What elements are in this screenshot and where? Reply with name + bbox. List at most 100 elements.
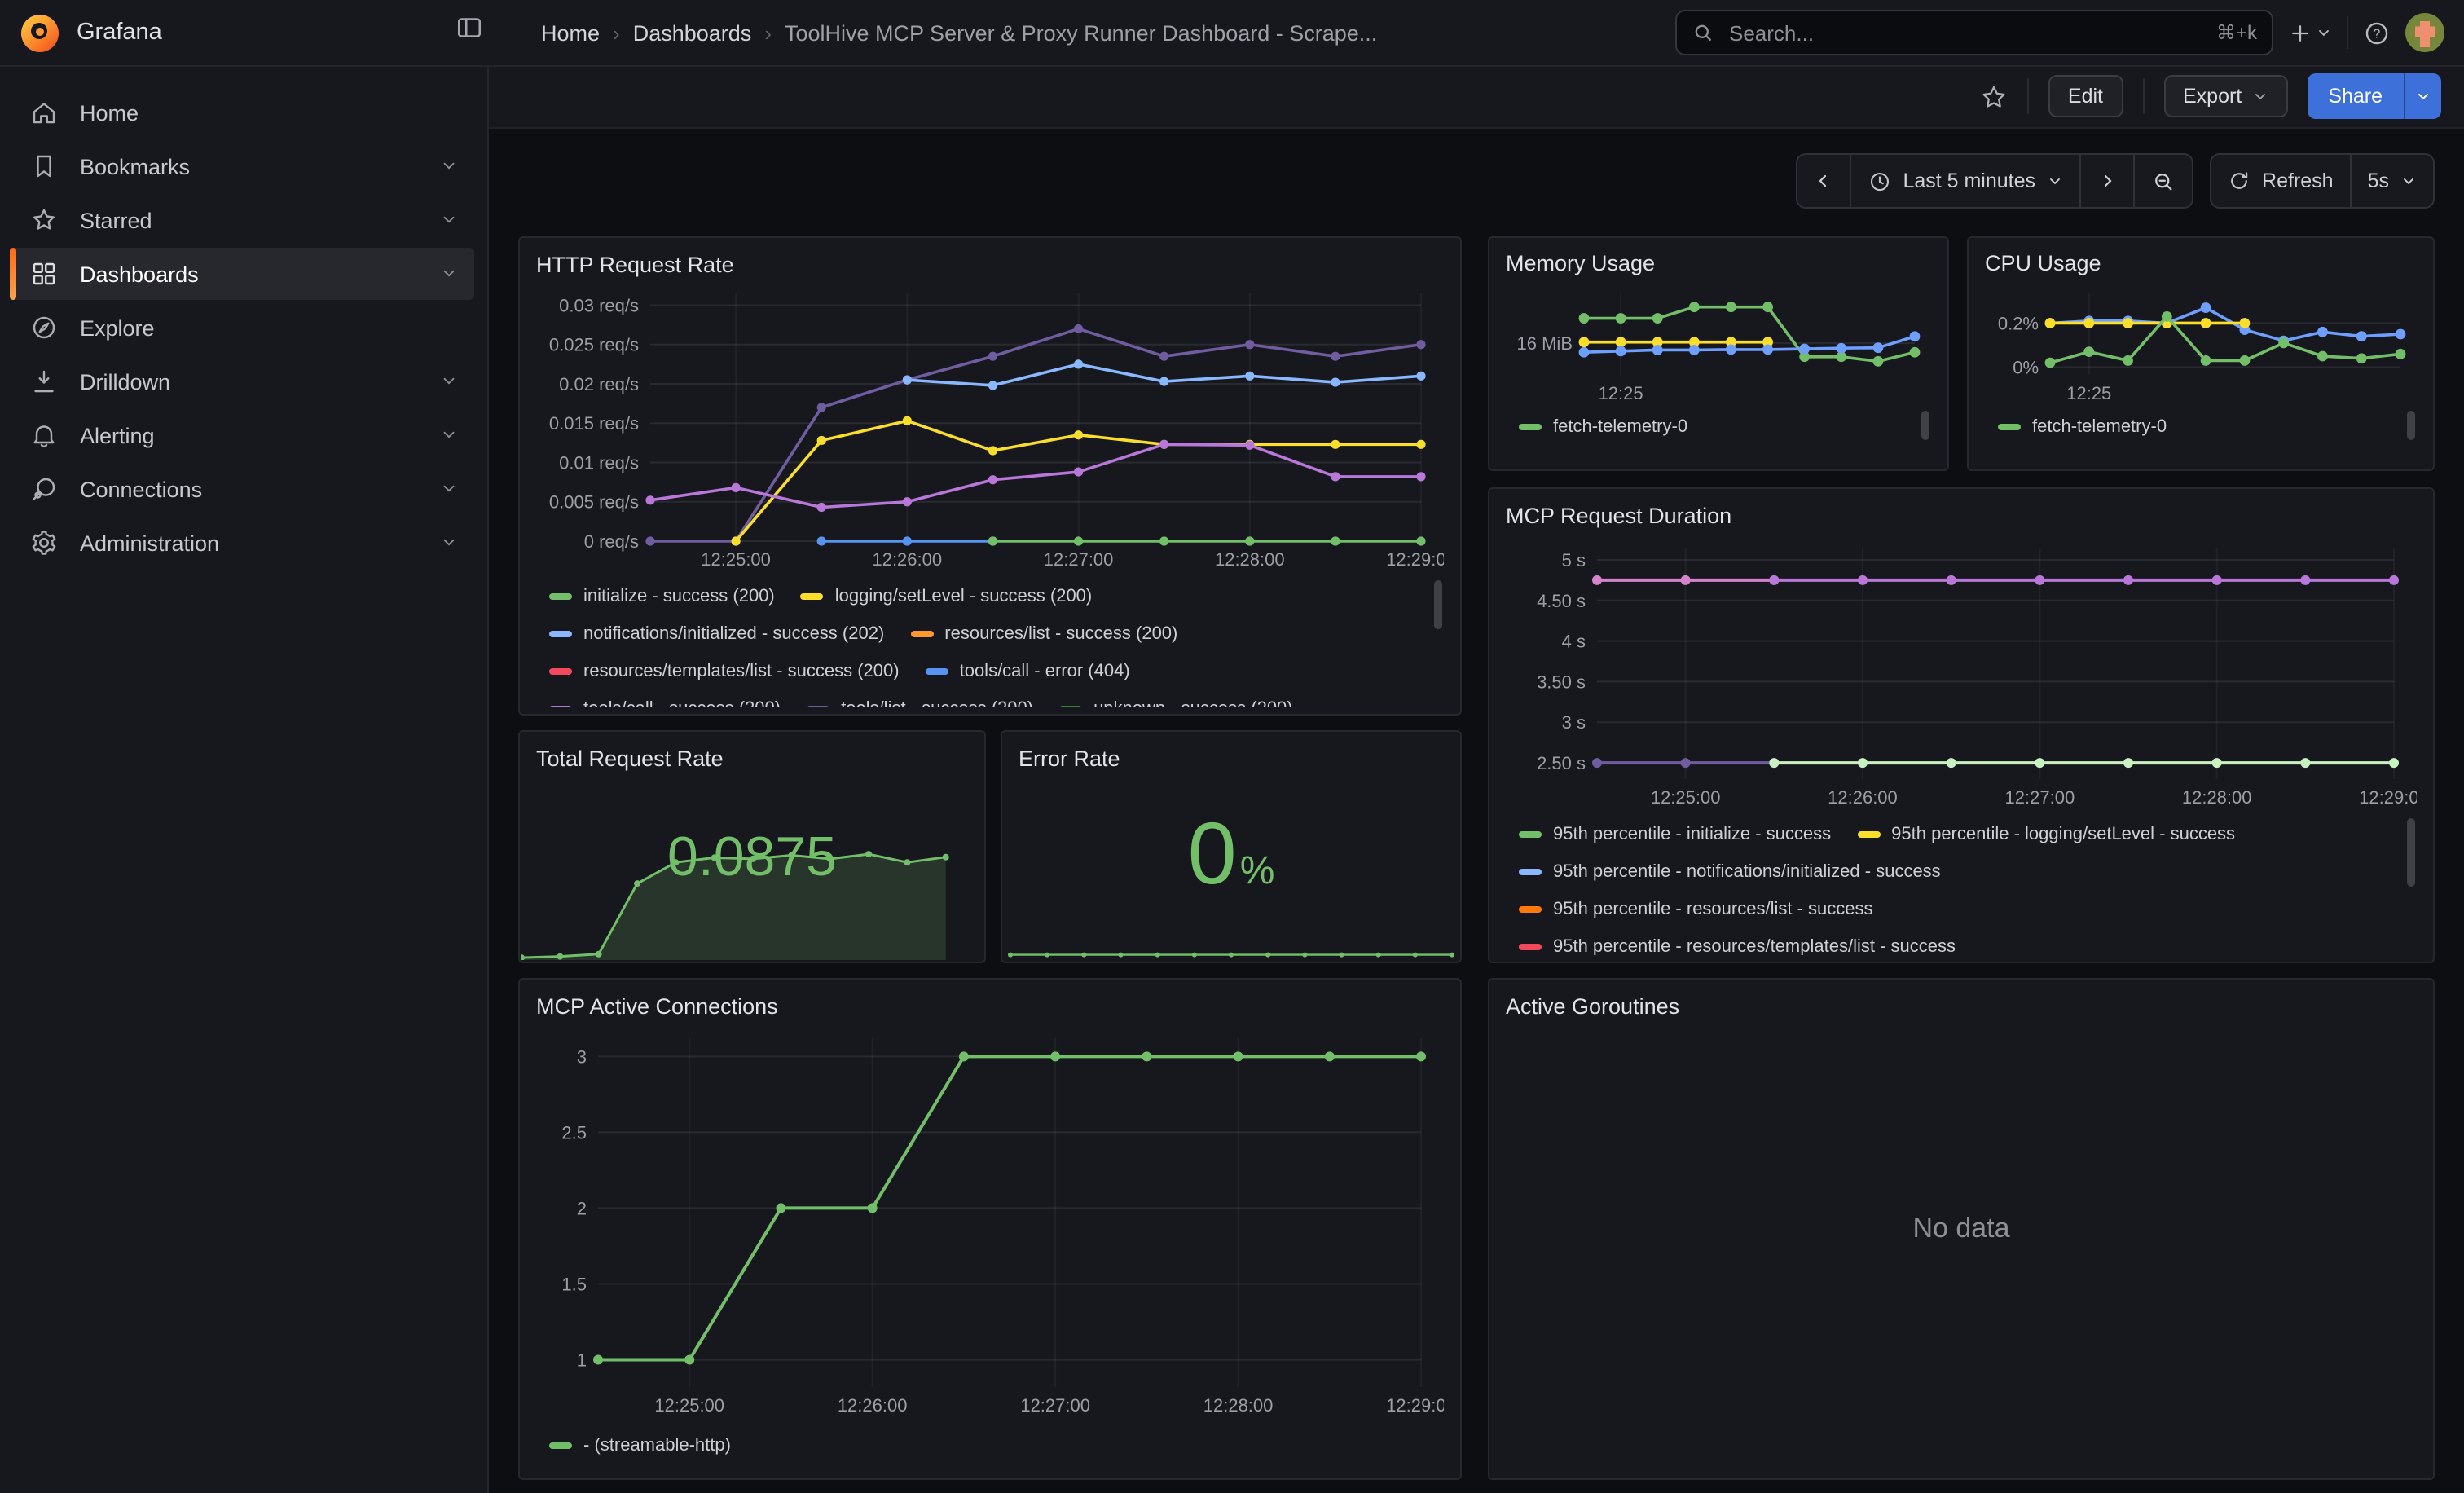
time-range-picker[interactable]: Last 5 minutes [1849, 155, 2079, 207]
panel-title[interactable]: Error Rate [1019, 742, 1444, 774]
legend-item[interactable]: logging/setLevel - success (200) [801, 586, 1093, 606]
legend-item[interactable]: 95th percentile - resources/list - succe… [1519, 899, 1873, 918]
chevron-down-icon[interactable] [440, 372, 458, 390]
svg-text:12:25:00: 12:25:00 [1651, 787, 1721, 808]
search-field[interactable] [1726, 19, 2205, 46]
legend-item[interactable]: 95th percentile - initialize - success [1519, 824, 1831, 843]
legend-scrollbar[interactable] [2407, 818, 2415, 887]
legend-item[interactable]: tools/call - error (404) [926, 661, 1130, 680]
http-request-rate-chart[interactable]: 12:25:0012:26:0012:27:0012:28:0012:29:00… [536, 280, 1444, 577]
export-label: Export [2183, 85, 2242, 108]
legend-label: logging/setLevel - success (200) [835, 586, 1093, 606]
legend-item[interactable]: fetch-telemetry-0 [1998, 416, 2167, 436]
panel-title[interactable]: Total Request Rate [536, 742, 968, 774]
legend-item[interactable]: resources/templates/list - success (200) [549, 661, 900, 680]
zoom-out-button[interactable] [2133, 155, 2192, 207]
legend-item[interactable]: tools/list - success (200) [807, 698, 1033, 707]
panel-title[interactable]: HTTP Request Rate [536, 248, 1444, 280]
legend-scrollbar[interactable] [1434, 580, 1442, 629]
panel-title[interactable]: CPU Usage [1985, 248, 2417, 277]
breadcrumb-home[interactable]: Home [541, 20, 600, 45]
legend-label: tools/list - success (200) [841, 698, 1033, 707]
edit-button[interactable]: Edit [2048, 75, 2123, 117]
bookmark-icon [29, 152, 59, 181]
refresh-group: Refresh 5s [2210, 153, 2435, 209]
legend-scrollbar[interactable] [2407, 411, 2415, 440]
panel-mcp-request-duration: MCP Request Duration 12:25:0012:26:0012:… [1488, 487, 2435, 963]
svg-text:5 s: 5 s [1562, 550, 1586, 570]
svg-text:12:28:00: 12:28:00 [2182, 787, 2252, 808]
chevron-down-icon[interactable] [440, 425, 458, 443]
legend-marker [549, 705, 572, 707]
chevron-down-icon[interactable] [440, 264, 458, 282]
legend-item[interactable]: 95th percentile - resources/templates/li… [1519, 936, 1956, 955]
legend-row: 95th percentile - resources/templates/li… [1519, 927, 2417, 955]
refresh-interval-picker[interactable]: 5s [2350, 155, 2433, 207]
sidebar-item-bookmarks[interactable]: Bookmarks [10, 140, 474, 192]
legend-item[interactable]: resources/list - success (200) [910, 623, 1177, 643]
star-dashboard-icon[interactable] [1980, 82, 2008, 110]
share-menu-chevron-icon[interactable] [2404, 73, 2441, 119]
avatar[interactable] [2405, 13, 2444, 52]
sidebar-item-label: Starred [80, 208, 152, 232]
legend-item[interactable]: tools/call - success (200) [549, 698, 781, 707]
svg-text:4.50 s: 4.50 s [1537, 591, 1586, 611]
help-icon[interactable]: ? [2363, 19, 2391, 46]
sidebar-item-drilldown[interactable]: Drilldown [10, 355, 474, 407]
panel-title[interactable]: MCP Request Duration [1506, 499, 2417, 531]
legend-marker [1519, 830, 1542, 837]
legend-scrollbar[interactable] [1921, 411, 1929, 440]
share-button[interactable]: Share [2307, 73, 2441, 119]
legend-item[interactable]: notifications/initialized - success (202… [549, 623, 884, 643]
breadcrumb-dashboards[interactable]: Dashboards [633, 20, 752, 45]
chevron-down-icon[interactable] [440, 533, 458, 551]
sidebar-item-home[interactable]: Home [10, 86, 474, 139]
legend-marker [801, 592, 824, 599]
svg-text:12:29:00: 12:29:00 [2359, 787, 2417, 808]
legend-item[interactable]: initialize - success (200) [549, 586, 775, 606]
time-shift-back-button[interactable] [1797, 155, 1849, 207]
sidebar-item-label: Bookmarks [80, 154, 190, 178]
panel-title[interactable]: MCP Active Connections [536, 989, 1444, 1022]
refresh-button[interactable]: Refresh [2211, 155, 2350, 207]
panel-active-goroutines: Active Goroutines No data [1488, 978, 2435, 1480]
memory-usage-chart[interactable]: 12:2516 MiB [1506, 277, 1931, 404]
add-new-button[interactable] [2288, 20, 2332, 45]
legend-marker [549, 592, 572, 599]
share-label[interactable]: Share [2307, 73, 2404, 119]
chevron-down-icon[interactable] [440, 210, 458, 228]
panel-title[interactable]: Memory Usage [1506, 248, 1931, 277]
chevron-down-icon[interactable] [440, 479, 458, 497]
sidebar-item-dashboards[interactable]: Dashboards [10, 248, 474, 300]
chevron-down-icon[interactable] [440, 156, 458, 174]
export-button[interactable]: Export [2163, 75, 2287, 117]
search-input[interactable]: ⌘+k [1675, 10, 2273, 55]
legend-row: - (streamable-http) [549, 1426, 1444, 1464]
svg-text:0.005 req/s: 0.005 req/s [549, 492, 639, 513]
sidebar-item-explore[interactable]: Explore [10, 302, 474, 354]
sidebar-item-connections[interactable]: Connections [10, 463, 474, 515]
legend-row: initialize - success (200) logging/setLev… [549, 577, 1444, 614]
time-shift-forward-button[interactable] [2079, 155, 2133, 207]
chevron-down-icon [2316, 24, 2332, 41]
legend-marker [807, 705, 829, 707]
legend-item[interactable]: unknown - success (200) [1059, 698, 1293, 707]
legend-item[interactable]: 95th percentile - notifications/initiali… [1519, 861, 1941, 881]
error-rate-number: 0 [1188, 805, 1237, 903]
panel-total-request-rate: Total Request Rate 0.0875 [518, 730, 986, 963]
svg-text:12:28:00: 12:28:00 [1203, 1395, 1274, 1416]
legend-item[interactable]: 95th percentile - logging/setLevel - suc… [1857, 824, 2235, 843]
svg-text:2.5: 2.5 [561, 1122, 587, 1143]
sidebar-item-alerting[interactable]: Alerting [10, 409, 474, 461]
grafana-logo-icon[interactable] [21, 14, 59, 51]
legend-label: resources/list - success (200) [944, 623, 1177, 643]
legend-item[interactable]: - (streamable-http) [549, 1435, 731, 1455]
mcp-request-duration-chart[interactable]: 12:25:0012:26:0012:27:0012:28:0012:29:00… [1506, 531, 2417, 815]
sidebar-item-starred[interactable]: Starred [10, 194, 474, 246]
mcp-active-connections-chart[interactable]: 12:25:0012:26:0012:27:0012:28:0012:29:00… [536, 1022, 1444, 1426]
svg-text:0.025 req/s: 0.025 req/s [549, 335, 639, 355]
sidebar-item-administration[interactable]: Administration [10, 517, 474, 569]
cpu-usage-chart[interactable]: 12:250.2%0% [1985, 277, 2417, 404]
toggle-sidebar-icon[interactable] [455, 13, 484, 42]
legend-item[interactable]: fetch-telemetry-0 [1519, 416, 1687, 436]
